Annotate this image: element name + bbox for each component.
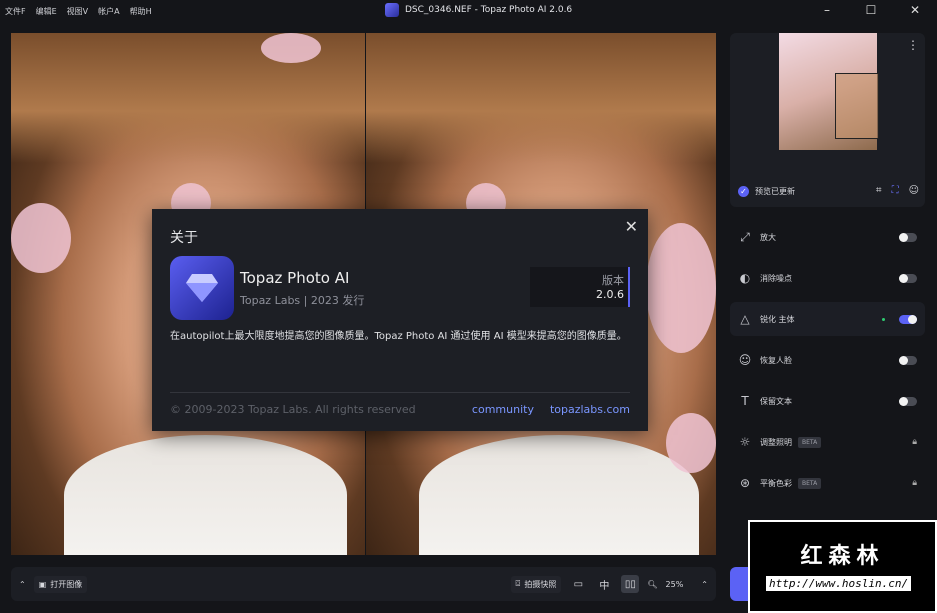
- website-link[interactable]: topazlabs.com: [550, 403, 630, 416]
- app-logo-icon: [170, 256, 234, 320]
- text-toggle[interactable]: [899, 396, 917, 406]
- feature-face-recovery[interactable]: ☺ 恢复人脸: [730, 343, 925, 377]
- navigator-viewport[interactable]: [835, 73, 879, 139]
- zoom-icon: 🔍︎: [647, 579, 658, 589]
- app-logo-icon: [385, 3, 399, 17]
- feature-label: 恢复人脸: [760, 355, 792, 365]
- open-image-button[interactable]: ▣ 打开图像: [33, 575, 88, 593]
- feature-sharpen[interactable]: △ 锐化 主体: [730, 302, 925, 336]
- version-number: 2.0.6: [596, 288, 624, 301]
- camera-icon: ⌼: [515, 579, 521, 588]
- close-icon[interactable]: ✕: [625, 217, 638, 236]
- watermark: 红森林 http://www.hoslin.cn/: [748, 520, 937, 613]
- sharpen-icon: △: [740, 312, 750, 326]
- watermark-title: 红森林: [800, 544, 885, 569]
- watermark-url: http://www.hoslin.cn/: [766, 576, 912, 591]
- lock-icon: 🔒︎: [912, 437, 917, 447]
- split-view-button[interactable]: 中: [595, 575, 613, 593]
- side-by-side-button[interactable]: ▯▯: [621, 575, 640, 593]
- snapshot-label: 拍摄快照: [524, 579, 557, 589]
- menu-bar: 文件F 编辑E 视图V 帐户A 帮助H DSC_0346.NEF - Topaz…: [0, 0, 937, 22]
- window-title: DSC_0346.NEF - Topaz Photo AI 2.0.6: [385, 3, 572, 17]
- close-window-button[interactable]: ✕: [893, 0, 937, 20]
- face-toggle[interactable]: [899, 355, 917, 365]
- publisher: Topaz Labs | 2023 发行: [240, 294, 365, 307]
- beta-badge: BETA: [798, 436, 822, 448]
- menu-view[interactable]: 视图V: [67, 6, 88, 17]
- copyright: © 2009-2023 Topaz Labs. All rights reser…: [170, 403, 416, 416]
- active-indicator: [882, 317, 885, 321]
- app-description: 在autopilot上最大限度地提高您的图像质量。Topaz Photo AI …: [170, 331, 627, 342]
- feature-preserve-text[interactable]: T 保留文本: [730, 384, 925, 418]
- divider: [170, 392, 630, 393]
- upscale-toggle[interactable]: [899, 232, 917, 242]
- single-view-button[interactable]: ▭: [569, 575, 587, 593]
- minimize-button[interactable]: –: [805, 0, 849, 20]
- feature-upscale[interactable]: ⤢ 放大: [730, 220, 925, 254]
- feature-balance-color[interactable]: ⊛ 平衡色彩 BETA 🔒︎: [730, 466, 925, 500]
- menu-help[interactable]: 帮助H: [130, 6, 152, 17]
- sharpen-toggle[interactable]: [899, 314, 917, 324]
- app-name: Topaz Photo AI: [240, 269, 350, 287]
- zoom-level[interactable]: 25%: [666, 580, 684, 589]
- feature-label: 放大: [760, 232, 776, 242]
- community-link[interactable]: community: [472, 403, 534, 416]
- maximize-button[interactable]: ☐: [849, 0, 893, 20]
- menu-edit[interactable]: 编辑E: [36, 6, 57, 17]
- dialog-title: 关于: [170, 230, 198, 246]
- denoise-icon: ◐: [739, 271, 751, 285]
- snapshot-button[interactable]: ⌼ 拍摄快照: [510, 575, 562, 593]
- about-dialog: 关于 ✕ Topaz Photo AI Topaz Labs | 2023 发行…: [152, 209, 648, 431]
- upscale-icon: ⤢: [740, 229, 750, 244]
- face-icon: ☺: [738, 353, 752, 367]
- open-image-label: 打开图像: [50, 579, 83, 589]
- preview-status: 预览已更新: [755, 187, 795, 196]
- feature-label: 平衡色彩: [760, 478, 792, 488]
- image-icon: ▣: [38, 579, 47, 589]
- window-title-text: DSC_0346.NEF - Topaz Photo AI 2.0.6: [405, 5, 573, 15]
- feature-label: 调整照明: [760, 437, 792, 447]
- navigator-panel: ⋮ ✓ 预览已更新 ⌗ ⛶ ☺: [730, 33, 925, 207]
- lock-icon: 🔒︎: [912, 478, 917, 488]
- expand-up-icon[interactable]: ⌃: [701, 580, 708, 589]
- text-icon: T: [741, 394, 749, 408]
- fullscreen-icon[interactable]: ⛶: [892, 185, 899, 196]
- feature-adjust-lighting[interactable]: ☼ 调整照明 BETA 🔒︎: [730, 425, 925, 459]
- bottom-toolbar: ⌃ ▣ 打开图像 ⌼ 拍摄快照 ▭ 中 ▯▯ 🔍︎ 25% ⌃: [11, 567, 716, 601]
- version-label: 版本: [602, 274, 624, 287]
- menu-account[interactable]: 帐户A: [98, 6, 119, 17]
- color-icon: ⊛: [739, 476, 751, 490]
- feature-label: 锐化 主体: [760, 314, 795, 324]
- crop-icon[interactable]: ⌗: [876, 185, 882, 196]
- beta-badge: BETA: [798, 477, 822, 489]
- feature-label: 消除噪点: [760, 273, 792, 283]
- version-box: 版本 2.0.6: [530, 267, 630, 307]
- feature-label: 保留文本: [760, 396, 792, 406]
- menu-file[interactable]: 文件F: [5, 6, 26, 17]
- navigator-thumbnail[interactable]: [779, 33, 879, 150]
- face-detect-icon[interactable]: ☺: [909, 185, 919, 196]
- light-icon: ☼: [739, 435, 751, 449]
- more-options-icon[interactable]: ⋮: [907, 38, 919, 52]
- feature-denoise[interactable]: ◐ 消除噪点: [730, 261, 925, 295]
- collapse-up-icon[interactable]: ⌃: [19, 580, 26, 589]
- check-icon: ✓: [738, 186, 749, 197]
- denoise-toggle[interactable]: [899, 273, 917, 283]
